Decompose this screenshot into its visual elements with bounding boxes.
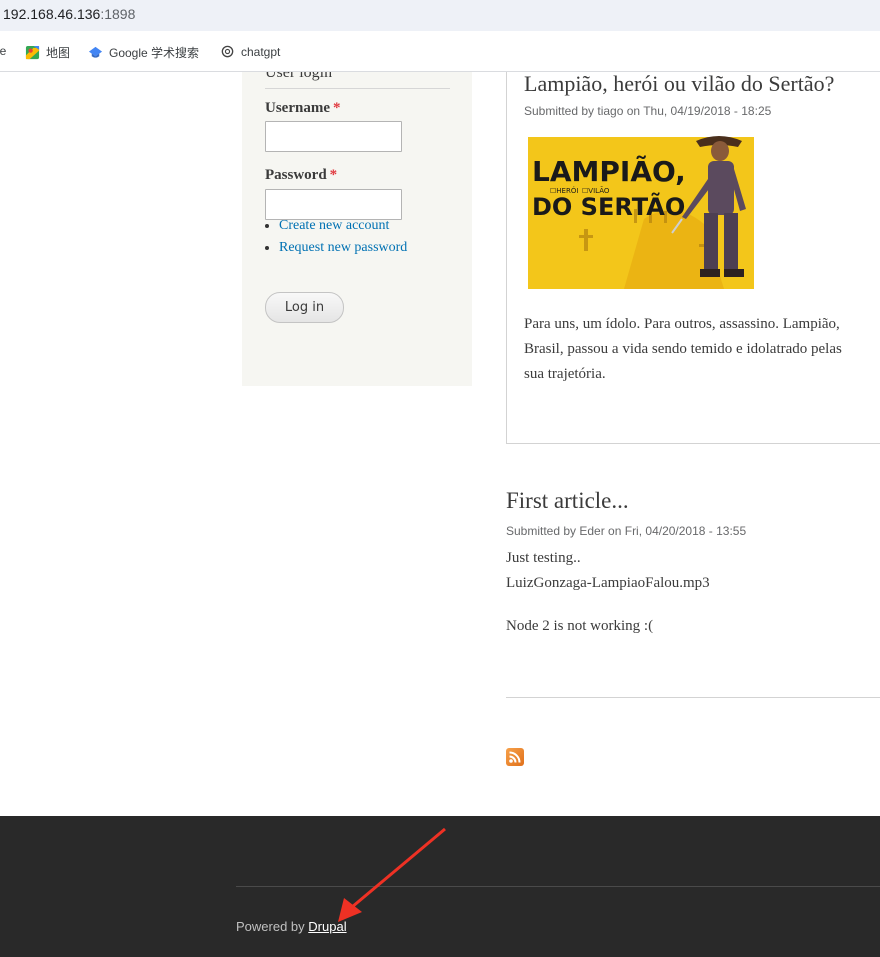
bookmark-label: ое xyxy=(0,44,7,58)
user-login-block: User login Username* Password* Create ne… xyxy=(242,72,472,386)
body-line: Just testing.. xyxy=(506,550,581,566)
body-line: sua trajetória. xyxy=(524,366,606,382)
url-host: 192.168.46.136 xyxy=(3,6,101,22)
node-title[interactable]: First article... xyxy=(506,488,629,514)
username-field[interactable] xyxy=(265,121,402,152)
node-title[interactable]: Lampião, herói ou vilão do Sertão? xyxy=(524,72,834,97)
drupal-link[interactable]: Drupal xyxy=(308,919,346,934)
login-button[interactable]: Log in xyxy=(265,292,344,323)
request-password-link[interactable]: Request new password xyxy=(279,240,407,255)
poster-line2: DO SERTÃO xyxy=(532,192,685,221)
password-label: Password * xyxy=(265,167,337,184)
bookmark-label: chatgpt xyxy=(241,44,281,59)
maps-icon xyxy=(25,45,40,60)
list-item: Create new account xyxy=(279,218,407,234)
submitted-by: Submitted by Eder on Fri, 04/20/2018 - 1… xyxy=(506,524,747,538)
bookmark-maps[interactable]: 地图 xyxy=(25,44,70,61)
bookmark-item[interactable]: ое xyxy=(0,44,6,58)
site-footer: Powered by Drupal xyxy=(0,816,880,957)
block-title: User login xyxy=(265,72,450,89)
create-account-link[interactable]: Create new account xyxy=(279,218,389,233)
password-label-text: Password xyxy=(265,167,327,183)
footer-divider xyxy=(236,886,880,887)
openai-icon xyxy=(221,45,234,58)
body-line: Para uns, um ídolo. Para outros, assassi… xyxy=(524,316,840,332)
powered-by-text: Powered by xyxy=(236,919,305,934)
attachment-link[interactable]: LuizGonzaga-LampiaoFalou.mp3 xyxy=(506,571,710,596)
username-label: Username * xyxy=(265,100,340,117)
url-port: :1898 xyxy=(100,6,136,22)
powered-by: Powered by Drupal xyxy=(236,919,347,934)
account-links: Create new account Request new password xyxy=(265,218,407,262)
bookmark-chatgpt[interactable]: chatgpt xyxy=(220,44,280,59)
scholar-icon xyxy=(88,46,103,58)
divider xyxy=(506,697,880,698)
bookmarks-bar: ое 地图 Google 学术搜索 chatgpt xyxy=(0,31,880,72)
article-image: LAMPIÃO, ☐HERÓI ☐VILÃO DO SERTÃO xyxy=(524,129,764,290)
url-text[interactable]: 192.168.46.136:1898 xyxy=(3,6,135,22)
password-field[interactable] xyxy=(265,189,402,220)
body-line: Node 2 is not working :( xyxy=(506,618,654,634)
list-item: Request new password xyxy=(279,240,407,256)
submitted-by: Submitted by tiago on Thu, 04/19/2018 - … xyxy=(524,104,772,118)
poster-line1: LAMPIÃO, xyxy=(532,154,686,188)
bookmark-label: Google 学术搜索 xyxy=(109,46,200,60)
address-bar[interactable]: 192.168.46.136:1898 xyxy=(0,0,880,32)
rss-feed-icon[interactable] xyxy=(506,748,524,766)
bookmark-scholar[interactable]: Google 学术搜索 xyxy=(88,44,199,61)
body-line: Brasil, passou a vida sendo temido e ido… xyxy=(524,341,842,357)
page-content: User login Username* Password* Create ne… xyxy=(0,72,880,816)
username-label-text: Username xyxy=(265,100,330,116)
bookmark-label: 地图 xyxy=(46,46,71,60)
required-mark: * xyxy=(329,167,338,183)
required-mark: * xyxy=(332,100,341,116)
